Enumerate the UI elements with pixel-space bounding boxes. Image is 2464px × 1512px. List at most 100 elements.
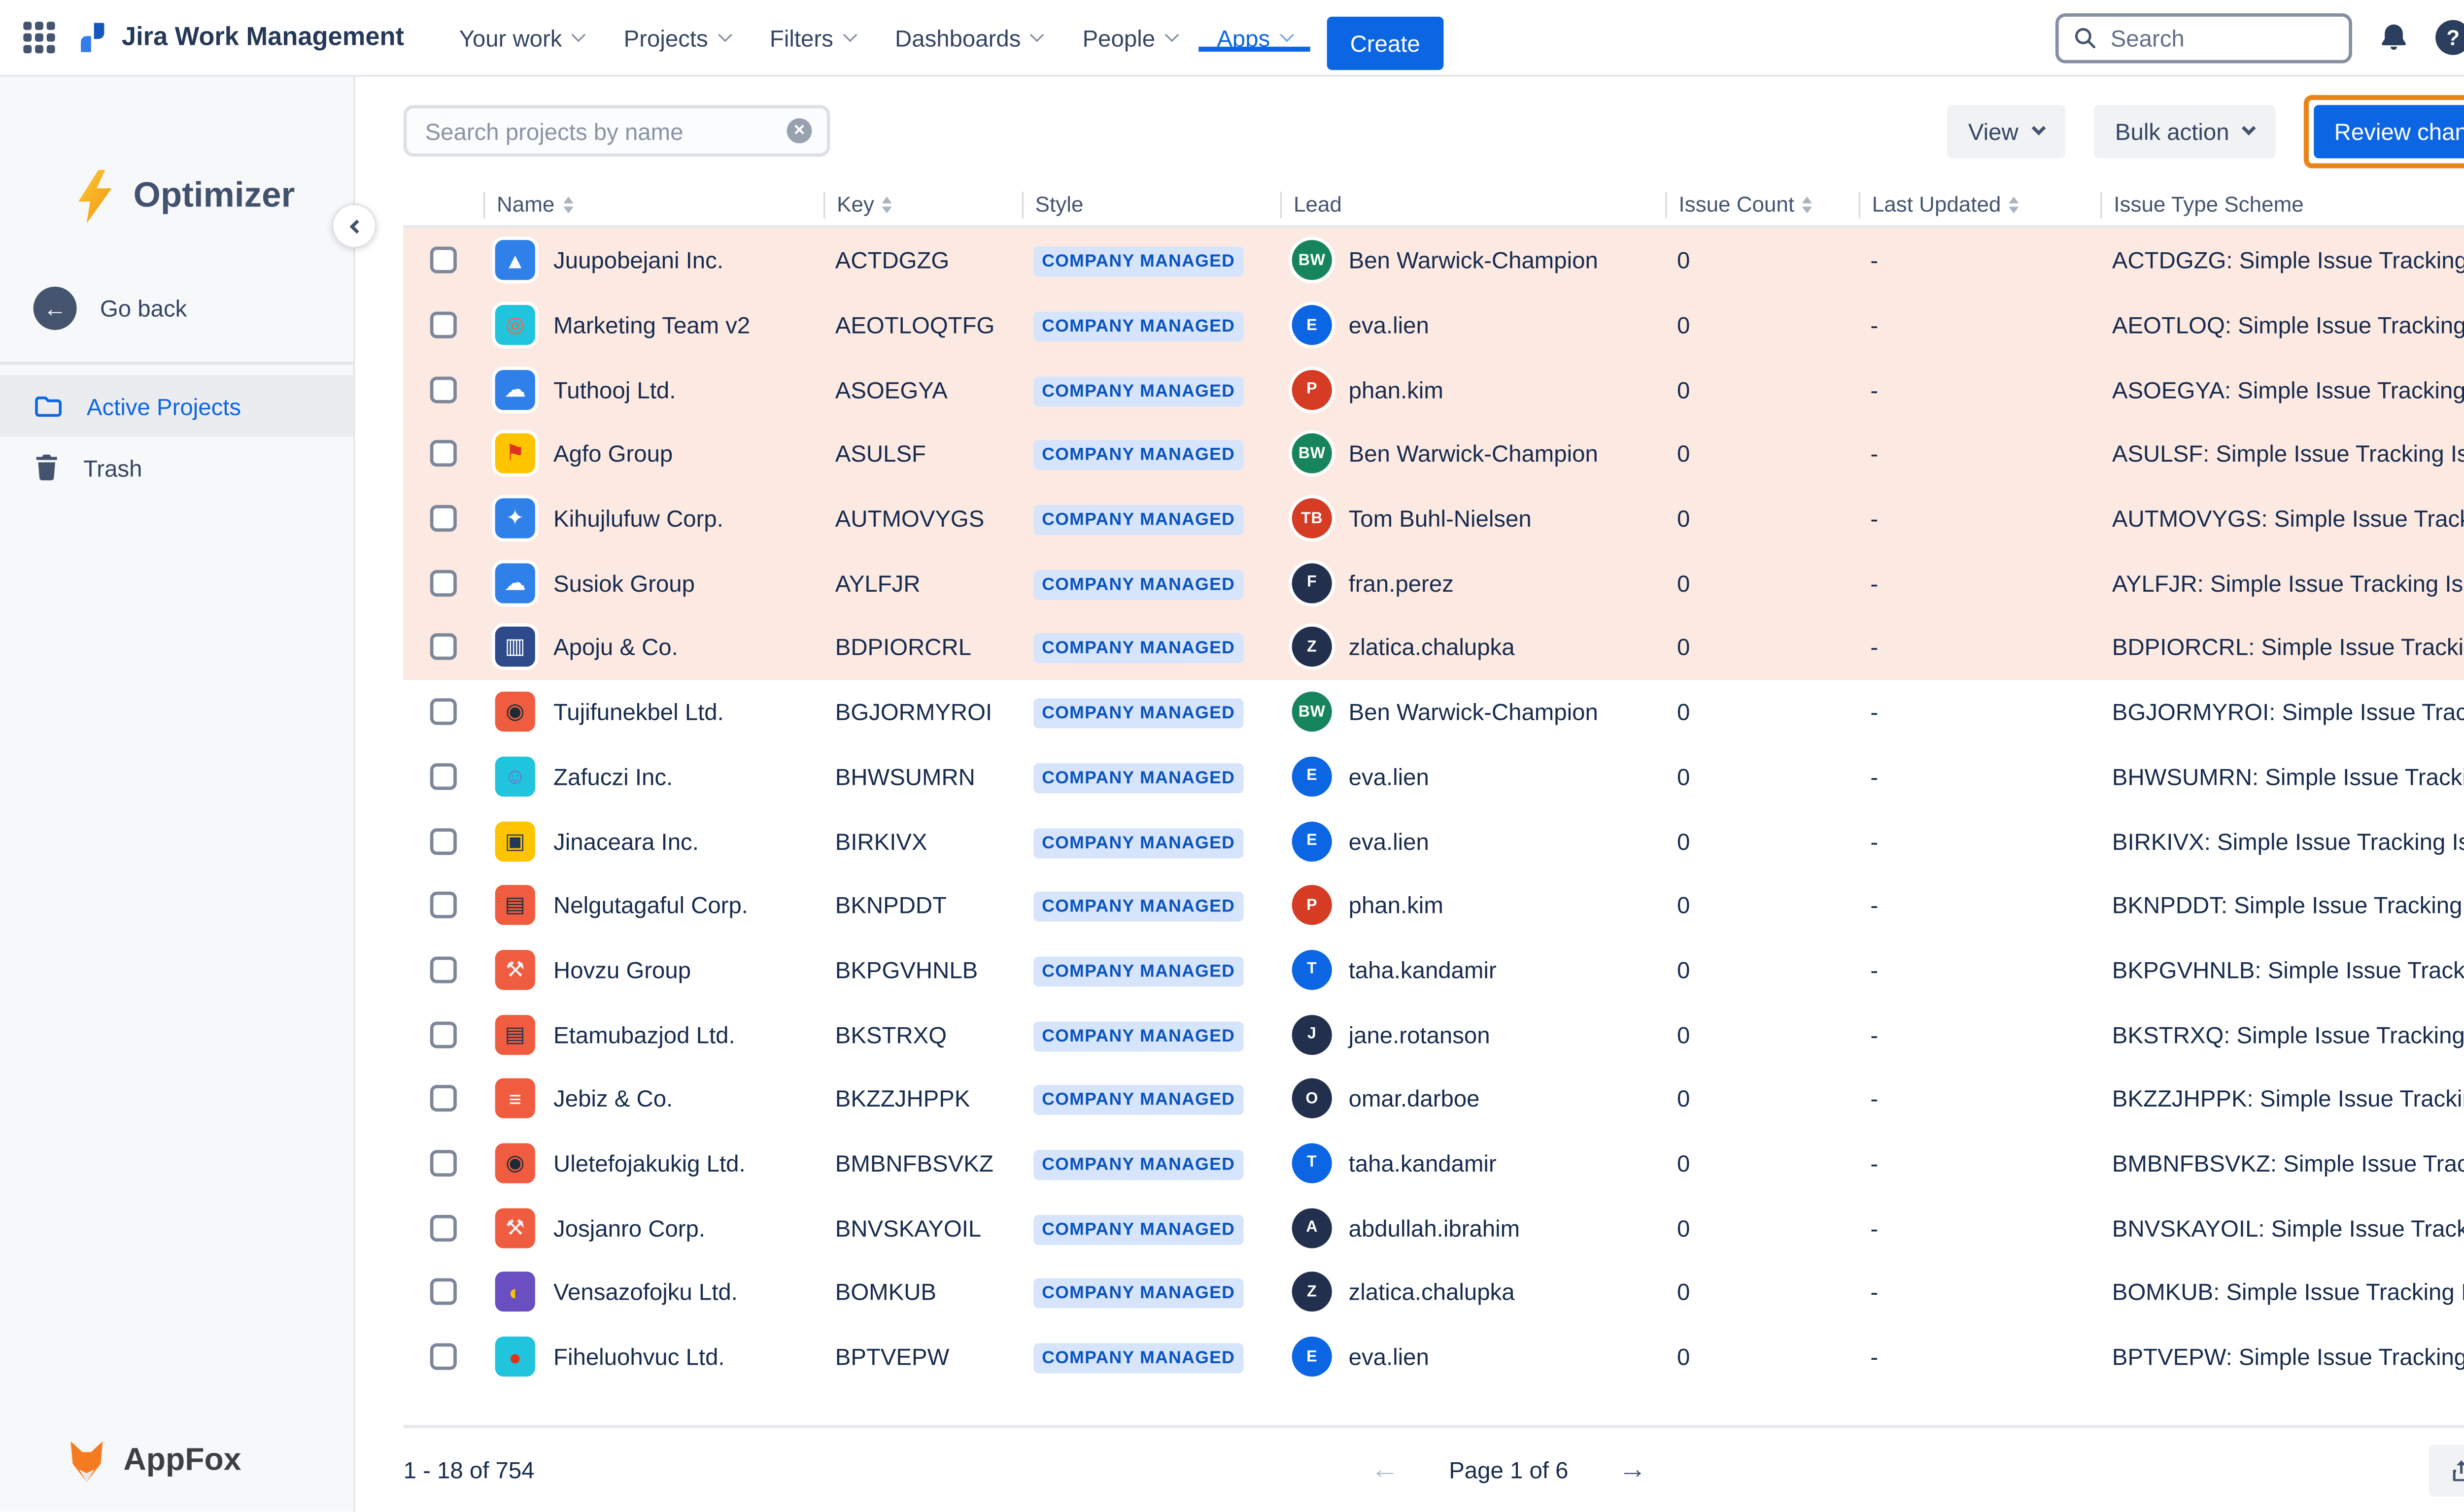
project-name-cell[interactable]: ≡ Jebiz & Co. [483, 1079, 823, 1119]
project-key: AEOTLOQTFG [823, 312, 1022, 338]
chevron-left-icon [349, 219, 363, 233]
project-name: Uletefojakukig Ltd. [553, 1150, 746, 1176]
nav-projects[interactable]: Projects [605, 24, 748, 51]
issue-type-scheme: BHWSUMRN: Simple Issue Trackin... [2100, 763, 2464, 790]
go-back-button[interactable]: ← Go back [34, 287, 353, 330]
sidebar-item-trash[interactable]: Trash [0, 437, 353, 498]
row-checkbox[interactable] [430, 570, 457, 596]
notifications-bell-icon[interactable] [2377, 21, 2411, 54]
issue-type-scheme: BKZZJHPPK: Simple Issue Trackin... [2100, 1085, 2464, 1112]
project-name-cell[interactable]: ☁ Susiok Group [483, 563, 823, 603]
project-name: Marketing Team v2 [553, 312, 750, 338]
nav-filters[interactable]: Filters [752, 24, 873, 51]
project-name-cell[interactable]: ▥ Apoju & Co. [483, 627, 823, 667]
nav-apps[interactable]: Apps [1198, 24, 1310, 51]
row-checkbox[interactable] [430, 956, 457, 983]
column-header-last-updated[interactable]: Last Updated [1859, 191, 2100, 217]
table-row: ◉ Tujifunekbel Ltd. BGJORMYROI COMPANY M… [404, 680, 2464, 744]
column-header-name[interactable]: Name [483, 191, 823, 217]
issue-count: 0 [1665, 1344, 1858, 1370]
style-badge: COMPANY MANAGED [1033, 505, 1243, 535]
column-header-key[interactable]: Key [823, 191, 1022, 217]
project-name: Jinaceara Inc. [553, 828, 699, 854]
issue-type-scheme: BDPIORCRL: Simple Issue Trackin... [2100, 634, 2464, 661]
project-avatar: ▲ [495, 240, 535, 280]
review-changes-button[interactable]: Review changes 7 [2314, 104, 2464, 157]
project-search-input[interactable]: Search projects by name ✕ [404, 105, 830, 157]
project-name-cell[interactable]: ▲ Juupobejani Inc. [483, 240, 823, 280]
optimizer-sidebar: Optimizer ← Go back Active Projects Tras… [0, 77, 355, 1512]
column-header-issue-count[interactable]: Issue Count [1665, 191, 1858, 217]
project-avatar: ⚑ [495, 434, 535, 474]
row-checkbox[interactable] [430, 376, 457, 403]
row-checkbox[interactable] [430, 634, 457, 661]
row-checkbox[interactable] [430, 828, 457, 854]
project-name-cell[interactable]: ☺ Zafuczi Inc. [483, 756, 823, 796]
column-header-lead: Lead [1280, 191, 1665, 217]
nav-your-work[interactable]: Your work [441, 24, 602, 51]
row-checkbox[interactable] [430, 440, 457, 467]
project-name-cell[interactable]: ◐ Vensazofojku Ltd. [483, 1272, 823, 1312]
row-checkbox[interactable] [430, 1214, 457, 1241]
project-key: BOMKUB [823, 1279, 1022, 1306]
global-search-input[interactable]: Search [2055, 12, 2352, 62]
app-title: Optimizer [134, 177, 295, 217]
row-checkbox[interactable] [430, 312, 457, 338]
table-row: ▣ Jinaceara Inc. BIRKIVX COMPANY MANAGED… [404, 808, 2464, 873]
project-name-cell[interactable]: ✦ Kihujlufuw Corp. [483, 499, 823, 538]
nav-people[interactable]: People [1064, 24, 1195, 51]
row-checkbox[interactable] [430, 1085, 457, 1112]
row-checkbox[interactable] [430, 1279, 457, 1306]
previous-page-arrow[interactable]: ← [1370, 1453, 1399, 1487]
project-name-cell[interactable]: ⚒ Hovzu Group [483, 950, 823, 990]
project-name-cell[interactable]: ⚒ Josjanro Corp. [483, 1208, 823, 1247]
row-checkbox[interactable] [430, 247, 457, 274]
lead-cell: T taha.kandamir [1280, 950, 1665, 990]
row-checkbox[interactable] [430, 763, 457, 790]
last-updated: - [1859, 634, 2100, 661]
style-badge: COMPANY MANAGED [1033, 1214, 1243, 1244]
export-button[interactable]: Export [2428, 1444, 2464, 1496]
last-updated: - [1859, 699, 2100, 725]
app-switcher-icon[interactable] [23, 22, 55, 53]
lead-cell: O omar.darboe [1280, 1079, 1665, 1119]
row-checkbox[interactable] [430, 505, 457, 532]
row-checkbox[interactable] [430, 892, 457, 918]
project-name-cell[interactable]: ▣ Jinaceara Inc. [483, 821, 823, 861]
row-checkbox[interactable] [430, 1150, 457, 1176]
project-name-cell[interactable]: ⚑ Agfo Group [483, 434, 823, 474]
bulk-action-dropdown-button[interactable]: Bulk action [2093, 104, 2276, 157]
project-name-cell[interactable]: ▤ Etamubazjod Ltd. [483, 1014, 823, 1054]
sidebar-collapse-button[interactable] [332, 203, 376, 248]
nav-dashboards[interactable]: Dashboards [877, 24, 1061, 51]
project-key: BMBNFBSVKZ [823, 1150, 1022, 1176]
optimizer-logo: Optimizer [73, 170, 353, 223]
project-name-cell[interactable]: ◎ Marketing Team v2 [483, 305, 823, 345]
project-name-cell[interactable]: ◉ Tujifunekbel Ltd. [483, 692, 823, 732]
table-row: ☺ Zafuczi Inc. BHWSUMRN COMPANY MANAGED … [404, 744, 2464, 808]
project-name-cell[interactable]: ◉ Uletefojakukig Ltd. [483, 1143, 823, 1183]
row-checkbox[interactable] [430, 1021, 457, 1047]
project-name-cell[interactable]: ▤ Nelgutagaful Corp. [483, 885, 823, 925]
sidebar-item-active-projects[interactable]: Active Projects [0, 375, 353, 437]
project-name: Zafuczi Inc. [553, 763, 673, 790]
view-dropdown-button[interactable]: View [1947, 104, 2065, 157]
clear-search-icon[interactable]: ✕ [787, 118, 812, 143]
project-name-cell[interactable]: ● Fiheluohvuc Ltd. [483, 1337, 823, 1377]
row-checkbox[interactable] [430, 1344, 457, 1370]
project-name-cell[interactable]: ☁ Tuthooj Ltd. [483, 370, 823, 409]
project-key: ASULSF [823, 440, 1022, 467]
help-icon[interactable]: ? [2435, 20, 2464, 55]
next-page-arrow[interactable]: → [1618, 1453, 1647, 1487]
jira-logo[interactable]: Jira Work Management [75, 20, 404, 55]
lead-avatar: A [1292, 1208, 1332, 1247]
chevron-down-icon [572, 28, 586, 42]
issue-type-scheme: BPTVEPW: Simple Issue Tracking I... [2100, 1344, 2464, 1370]
pagination: ← Page 1 of 6 → [1370, 1453, 1646, 1487]
lead-avatar: O [1292, 1079, 1332, 1119]
primary-nav: Your work Projects Filters Dashboards Pe… [441, 24, 1310, 51]
create-button[interactable]: Create [1327, 17, 1443, 70]
row-checkbox[interactable] [430, 699, 457, 725]
style-badge: COMPANY MANAGED [1033, 828, 1243, 858]
issue-count: 0 [1665, 956, 1858, 983]
